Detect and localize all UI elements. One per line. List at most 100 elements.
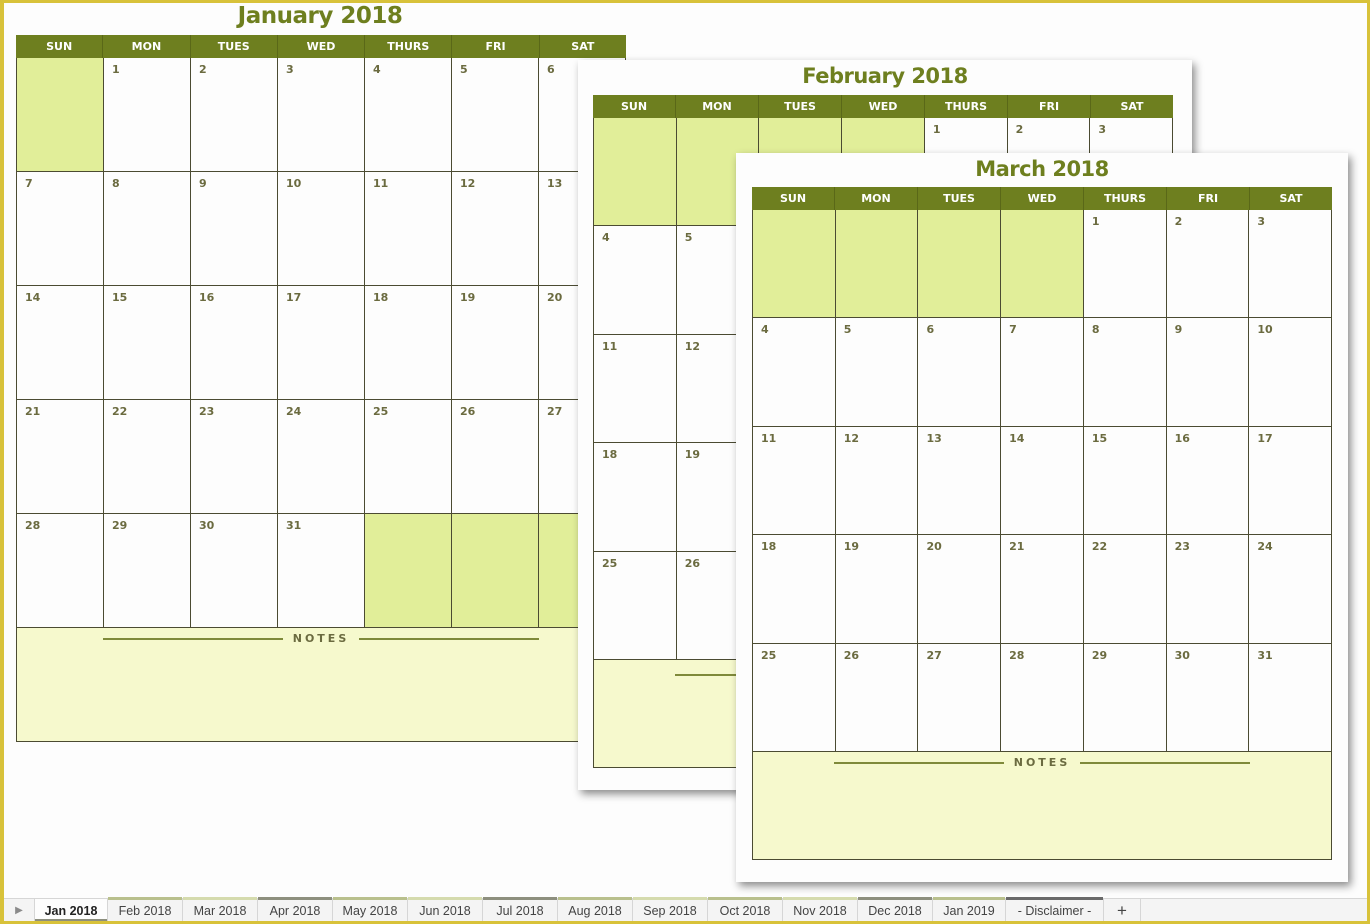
day-cell[interactable]: 31 (1249, 643, 1332, 751)
day-cell[interactable]: 26 (452, 400, 539, 513)
day-cell[interactable]: 14 (1001, 426, 1084, 535)
day-cell[interactable]: 19 (452, 286, 539, 399)
day-cell[interactable]: 26 (835, 643, 919, 751)
day-cell[interactable]: 20 (918, 535, 1002, 643)
day-cell[interactable]: 22 (1083, 535, 1167, 643)
day-cell[interactable]: 18 (753, 535, 836, 643)
day-cell[interactable]: 7 (1001, 318, 1084, 426)
notes-section[interactable]: NOTES (16, 628, 626, 742)
day-cell[interactable]: 3 (278, 58, 365, 171)
day-cell[interactable]: 16 (1166, 426, 1250, 535)
day-cell[interactable]: 14 (17, 286, 104, 399)
sheet-tab-label: Apr 2018 (269, 903, 321, 918)
sheet-tab[interactable]: Oct 2018 (708, 897, 783, 922)
day-cell[interactable]: 10 (278, 172, 365, 285)
day-cell[interactable]: 31 (278, 514, 365, 627)
tab-color-stripe (408, 897, 482, 900)
empty-day-cell[interactable] (452, 514, 539, 627)
day-cell[interactable]: 12 (835, 426, 919, 535)
weekday-header: TUES (918, 187, 1001, 210)
tab-scroll-right-icon[interactable]: ▶ (4, 899, 35, 922)
day-cell[interactable]: 6 (918, 318, 1002, 426)
day-cell[interactable]: 2 (191, 58, 278, 171)
day-cell[interactable]: 9 (191, 172, 278, 285)
empty-day-cell[interactable] (594, 118, 677, 226)
add-sheet-button[interactable]: + (1104, 899, 1141, 922)
sheet-tab[interactable]: Jun 2018 (408, 897, 483, 922)
day-cell[interactable]: 4 (594, 226, 677, 334)
day-cell[interactable]: 16 (191, 286, 278, 399)
day-cell[interactable]: 7 (17, 172, 104, 285)
weeks: 1234567891011121314151617181920212223242… (16, 58, 626, 628)
day-cell[interactable]: 1 (104, 58, 191, 171)
sheet-tab[interactable]: Sep 2018 (633, 897, 708, 922)
day-cell[interactable]: 21 (1001, 535, 1084, 643)
day-cell[interactable]: 25 (365, 400, 452, 513)
day-cell[interactable]: 12 (452, 172, 539, 285)
day-cell[interactable]: 19 (835, 535, 919, 643)
day-cell[interactable]: 4 (365, 58, 452, 171)
tab-color-stripe (183, 897, 257, 900)
sheet-tab[interactable]: Aug 2018 (558, 897, 633, 922)
empty-day-cell[interactable] (918, 210, 1002, 318)
day-cell[interactable]: 30 (191, 514, 278, 627)
day-cell[interactable]: 1 (1083, 210, 1167, 318)
day-cell[interactable]: 25 (753, 643, 836, 751)
day-cell[interactable]: 11 (365, 172, 452, 285)
sheet-tab[interactable]: May 2018 (333, 897, 408, 922)
day-cell[interactable]: 9 (1166, 318, 1250, 426)
day-cell[interactable]: 17 (1249, 426, 1332, 535)
day-cell[interactable]: 23 (1166, 535, 1250, 643)
day-cell[interactable]: 28 (17, 514, 104, 627)
day-cell[interactable]: 5 (835, 318, 919, 426)
sheet-tab[interactable]: - Disclaimer - (1006, 897, 1104, 922)
day-cell[interactable]: 5 (452, 58, 539, 171)
sheet-tab[interactable]: Apr 2018 (258, 897, 333, 922)
sheet-tab[interactable]: Jul 2018 (483, 897, 558, 922)
sheet-tab[interactable]: Jan 2019 (933, 897, 1006, 922)
day-cell[interactable]: 29 (104, 514, 191, 627)
empty-day-cell[interactable] (753, 210, 836, 318)
day-cell[interactable]: 3 (1249, 210, 1332, 318)
tab-color-stripe (1006, 897, 1103, 900)
day-cell[interactable]: 22 (104, 400, 191, 513)
day-cell[interactable]: 27 (918, 643, 1002, 751)
tab-color-stripe (333, 897, 407, 900)
day-cell[interactable]: 23 (191, 400, 278, 513)
day-cell[interactable]: 17 (278, 286, 365, 399)
empty-day-cell[interactable] (17, 58, 104, 171)
sheet-tab[interactable]: Mar 2018 (183, 897, 258, 922)
day-cell[interactable]: 4 (753, 318, 836, 426)
day-cell[interactable]: 13 (918, 426, 1002, 535)
day-cell[interactable]: 8 (104, 172, 191, 285)
day-cell[interactable]: 10 (1249, 318, 1332, 426)
notes-section[interactable]: NOTES (752, 752, 1332, 860)
day-cell[interactable]: 15 (104, 286, 191, 399)
day-cell[interactable]: 24 (1249, 535, 1332, 643)
day-cell[interactable]: 28 (1001, 643, 1084, 751)
tab-color-stripe (35, 919, 107, 922)
day-cell[interactable]: 11 (594, 334, 677, 443)
day-cell[interactable]: 30 (1166, 643, 1250, 751)
empty-day-cell[interactable] (1001, 210, 1084, 318)
day-number: 11 (602, 339, 618, 353)
sheet-tab[interactable]: Feb 2018 (108, 897, 183, 922)
day-cell[interactable]: 15 (1083, 426, 1167, 535)
weekday-header-row: SUN MON TUES WED THURS FRI SAT (16, 35, 626, 58)
sheet-tab[interactable]: Jan 2018 (35, 899, 108, 922)
day-cell[interactable]: 18 (365, 286, 452, 399)
day-cell[interactable]: 21 (17, 400, 104, 513)
day-number: 8 (1091, 323, 1100, 337)
sheet-tab[interactable]: Dec 2018 (858, 897, 933, 922)
day-cell[interactable]: 2 (1166, 210, 1250, 318)
day-cell[interactable]: 8 (1083, 318, 1167, 426)
sheet-tab[interactable]: Nov 2018 (783, 897, 858, 922)
empty-day-cell[interactable] (835, 210, 919, 318)
day-cell[interactable]: 18 (594, 443, 677, 551)
week-row: 1 2 3 (753, 210, 1332, 319)
empty-day-cell[interactable] (365, 514, 452, 627)
day-cell[interactable]: 25 (594, 551, 677, 659)
day-cell[interactable]: 29 (1083, 643, 1167, 751)
day-cell[interactable]: 24 (278, 400, 365, 513)
day-cell[interactable]: 11 (753, 426, 836, 535)
